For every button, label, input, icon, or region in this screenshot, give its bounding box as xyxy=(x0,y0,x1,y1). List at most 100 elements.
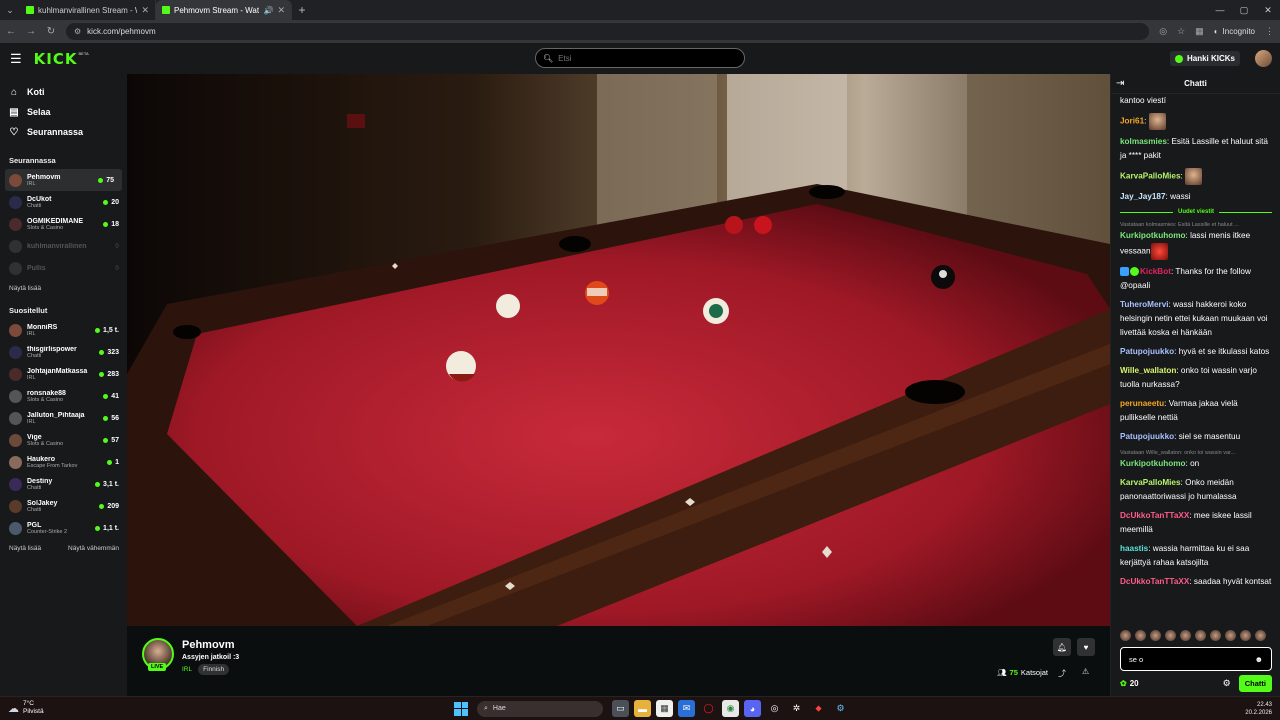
store-icon[interactable]: ▦ xyxy=(656,700,673,717)
task-view-icon[interactable]: ▭ xyxy=(612,700,629,717)
bookmark-star-icon[interactable]: ☆ xyxy=(1177,26,1185,37)
show-more-link[interactable]: Näytä lisää xyxy=(9,285,41,292)
show-less-link[interactable]: Näytä vähemmän xyxy=(68,545,119,552)
maximize-icon[interactable]: ▢ xyxy=(1232,0,1256,20)
forward-icon[interactable]: → xyxy=(26,26,36,37)
nav-home[interactable]: ⌂ Koti xyxy=(0,82,127,102)
chat-username[interactable]: TuheroMervi xyxy=(1120,300,1169,309)
settings-icon[interactable]: ✲ xyxy=(788,700,805,717)
emoji-icon[interactable]: ☻ xyxy=(1255,655,1263,664)
extensions-icon[interactable]: ▦ xyxy=(1195,26,1204,37)
avatar[interactable] xyxy=(1225,630,1236,641)
avatar[interactable] xyxy=(1150,630,1161,641)
channel-points[interactable]: ✿ 20 xyxy=(1120,679,1223,688)
tab-search-icon[interactable]: ⌄ xyxy=(0,0,20,20)
send-chat-button[interactable]: Chatti xyxy=(1238,674,1272,692)
file-explorer-icon[interactable]: ▬ xyxy=(634,700,651,717)
avatar[interactable] xyxy=(1255,630,1266,641)
reply-reference[interactable]: Vastataan kolmasmies: Esitä Lassille et … xyxy=(1120,221,1272,229)
avatar[interactable] xyxy=(1135,630,1146,641)
chat-username[interactable]: haastis xyxy=(1120,544,1148,553)
new-tab-button[interactable]: + xyxy=(292,3,312,17)
avatar[interactable] xyxy=(1240,630,1251,641)
sidebar-channel[interactable]: OGMIKEDIMANE Slots & Casino 18 xyxy=(0,213,127,235)
sidebar-channel[interactable]: ronsnake88 Slots & Casino 41 xyxy=(0,385,127,407)
user-avatar[interactable] xyxy=(1255,50,1272,67)
collapse-chat-icon[interactable]: ⇥ xyxy=(1116,78,1130,89)
speaker-icon[interactable]: 🔊 xyxy=(263,6,273,15)
close-tab-icon[interactable]: ✕ xyxy=(277,5,285,16)
show-more-link[interactable]: Näytä lisää xyxy=(9,545,41,552)
chat-username[interactable]: Kurkipotkuhomo xyxy=(1120,459,1186,468)
chat-username[interactable]: Patupojuukko xyxy=(1120,432,1174,441)
steam-icon[interactable]: ⚙ xyxy=(832,700,849,717)
opera-icon[interactable]: ◯ xyxy=(700,700,717,717)
chat-username[interactable]: KickBot xyxy=(1140,267,1171,276)
menu-dots-icon[interactable]: ⋮ xyxy=(1265,26,1274,37)
sidebar-channel[interactable]: Vige Slots & Casino 57 xyxy=(0,429,127,451)
sidebar-channel[interactable]: kuhlmanvirallinen ⦸ xyxy=(0,235,127,257)
mail-icon[interactable]: ✉ xyxy=(678,700,695,717)
chat-username[interactable]: DcUkkoTanTTaXX xyxy=(1120,511,1189,520)
discord-icon[interactable]: ◕ xyxy=(744,700,761,717)
search-box[interactable]: 🔍︎ xyxy=(535,48,745,68)
sidebar-channel[interactable]: Pullis ⦸ xyxy=(0,257,127,279)
browser-tab-active[interactable]: Pehmovm Stream - Watch I 🔊 ✕ xyxy=(156,0,292,20)
chat-settings-icon[interactable]: ⚙ xyxy=(1223,678,1231,689)
back-icon[interactable]: ← xyxy=(6,26,16,37)
avatar[interactable] xyxy=(1120,630,1131,641)
get-kicks-button[interactable]: Hanki KICKs xyxy=(1169,51,1240,66)
avatar[interactable] xyxy=(1210,630,1221,641)
obs-icon[interactable]: ◎ xyxy=(766,700,783,717)
chat-username[interactable]: Jori61 xyxy=(1120,117,1144,126)
chat-username[interactable]: DcUkkoTanTTaXX xyxy=(1120,577,1189,586)
search-input[interactable] xyxy=(558,53,737,63)
sidebar-channel[interactable]: thisgirlispower Chatti 323 xyxy=(0,341,127,363)
weather-widget[interactable]: ☁ 7°C Pilvistä xyxy=(8,700,44,716)
sidebar-channel[interactable]: Haukero Escape From Tarkov 1 xyxy=(0,451,127,473)
notification-bell-button[interactable]: 🔔︎ xyxy=(1053,638,1071,656)
minimize-icon[interactable]: — xyxy=(1208,0,1232,20)
taskbar-search[interactable]: ⌕ Hae xyxy=(477,700,603,717)
reply-reference[interactable]: Vastataan Wille_wallaton: onko toi wassi… xyxy=(1120,449,1272,457)
sidebar-channel[interactable]: DcUkot Chatti 20 xyxy=(0,191,127,213)
avatar[interactable] xyxy=(1180,630,1191,641)
chat-input[interactable] xyxy=(1129,654,1255,664)
chat-username[interactable]: Kurkipotkuhomo xyxy=(1120,231,1186,240)
video-player[interactable] xyxy=(127,74,1110,626)
browser-tab[interactable]: kuhlmanvirallinen Stream - Wat ✕ xyxy=(20,0,156,20)
close-window-icon[interactable]: ✕ xyxy=(1256,0,1280,20)
site-info-icon[interactable]: ⚙ xyxy=(74,27,81,36)
sidebar-channel[interactable]: JohtajanMatkassa IRL 283 xyxy=(0,363,127,385)
follow-button[interactable]: ♥ xyxy=(1077,638,1095,656)
sidebar-channel[interactable]: MonniRS IRL 1,5 t. xyxy=(0,319,127,341)
chrome-icon[interactable]: ◉ xyxy=(722,700,739,717)
incognito-indicator[interactable]: ◐ Incognito xyxy=(1214,27,1255,36)
taskbar-clock[interactable]: 22.43 20.2.2026 xyxy=(1245,701,1272,717)
eye-off-icon[interactable]: ◎ xyxy=(1159,26,1167,37)
language-tag[interactable]: Finnish xyxy=(198,664,230,675)
sidebar-channel[interactable]: Destiny Chatti 3,1 t. xyxy=(0,473,127,495)
avatar[interactable] xyxy=(1165,630,1176,641)
sidebar-channel[interactable]: PGL Counter-Strike 2 1,1 t. xyxy=(0,517,127,539)
app-icon[interactable]: ⬥ xyxy=(810,700,827,717)
close-tab-icon[interactable]: ✕ xyxy=(141,5,149,16)
report-warning-icon[interactable]: ⚠ xyxy=(1082,667,1089,676)
chat-username[interactable]: KarvaPalloMies xyxy=(1120,172,1181,181)
category-link[interactable]: IRL xyxy=(182,666,192,673)
chat-username[interactable]: kolmasmies xyxy=(1120,137,1167,146)
reload-icon[interactable]: ↻ xyxy=(46,26,56,37)
hamburger-menu-icon[interactable]: ☰ xyxy=(10,51,22,67)
nav-following[interactable]: ♡ Seurannassa xyxy=(0,122,127,142)
chat-username[interactable]: Jay_Jay187 xyxy=(1120,192,1166,201)
sidebar-channel[interactable]: Pehmovm IRL 75 xyxy=(5,169,122,191)
streamer-name[interactable]: Pehmovm xyxy=(182,639,235,651)
sidebar-channel[interactable]: SolJakey Chatti 209 xyxy=(0,495,127,517)
windows-start-icon[interactable] xyxy=(454,701,468,716)
chat-input-box[interactable]: ☻ xyxy=(1120,647,1272,671)
avatar[interactable] xyxy=(1195,630,1206,641)
chat-username[interactable]: perunaeetu xyxy=(1120,399,1164,408)
kick-logo[interactable]: KICK xyxy=(34,50,78,68)
share-icon[interactable]: ⤴ xyxy=(1058,668,1066,679)
url-field[interactable]: ⚙ kick.com/pehmovm xyxy=(66,23,1150,40)
